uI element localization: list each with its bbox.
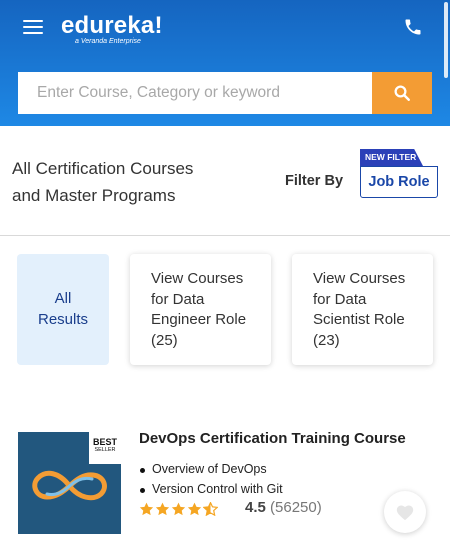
page-title-line2: and Master Programs [12, 185, 176, 205]
star-icon [155, 502, 170, 516]
rating-stars [139, 502, 218, 516]
course-title[interactable]: DevOps Certification Training Course [139, 430, 406, 447]
role-card-count: (23) [313, 331, 340, 349]
best-seller-subtext: SELLER [94, 447, 116, 453]
logo-tagline: a Veranda Enterprise [75, 38, 141, 45]
search-input[interactable] [18, 72, 372, 114]
role-card-label: Scientist Role [313, 311, 405, 328]
search-icon [394, 85, 410, 101]
course-highlight: Overview of DevOps [139, 460, 283, 480]
app-header: edureka! a Veranda Enterprise [0, 0, 450, 126]
role-card-label: Results [37, 310, 89, 328]
page-title: All Certification Courses and Master Pro… [12, 156, 242, 209]
section-divider [0, 235, 450, 236]
star-icon [187, 502, 202, 516]
role-card-all-results[interactable]: All Results [17, 254, 109, 365]
edureka-logo[interactable]: edureka! a Veranda Enterprise [61, 12, 163, 45]
job-role-filter-button[interactable]: Job Role [360, 166, 438, 198]
phone-icon[interactable] [403, 17, 423, 37]
role-card-label: for Data [313, 290, 367, 308]
rating-value: 4.5 [245, 499, 266, 516]
role-card-label: Engineer Role [151, 311, 247, 328]
course-highlight: Version Control with Git [139, 480, 283, 500]
course-thumbnail[interactable]: BEST SELLER [18, 432, 121, 534]
wishlist-button[interactable] [384, 491, 426, 533]
role-card-label: View Courses [151, 270, 244, 287]
page-title-line1: All Certification Courses [12, 159, 194, 178]
course-rating: 4.5 (56250) [245, 499, 322, 516]
role-card-count: (25) [151, 331, 178, 349]
search-button[interactable] [372, 72, 432, 114]
logo-wordmark: edureka! [61, 12, 163, 39]
best-seller-badge: BEST SELLER [89, 432, 121, 464]
role-card-data-engineer[interactable]: View Courses for Data Engineer Role (25) [130, 254, 271, 365]
scrollbar-thumb[interactable] [444, 2, 448, 78]
best-seller-text: BEST [92, 437, 117, 447]
star-half-icon [203, 502, 218, 516]
hamburger-menu-icon[interactable] [23, 19, 45, 35]
role-card-label: All [54, 290, 72, 307]
course-highlights: Overview of DevOps Version Control with … [139, 460, 283, 499]
star-icon [139, 502, 154, 516]
rating-count: (56250) [270, 499, 322, 516]
filter-by-label: Filter By [285, 173, 344, 189]
heart-icon [396, 505, 414, 521]
new-filter-badge: NEW FILTER [360, 149, 423, 166]
role-card-label: for Data [151, 290, 205, 308]
star-icon [171, 502, 186, 516]
role-card-data-scientist[interactable]: View Courses for Data Scientist Role (23… [292, 254, 433, 365]
role-card-label: View Courses [313, 270, 406, 287]
